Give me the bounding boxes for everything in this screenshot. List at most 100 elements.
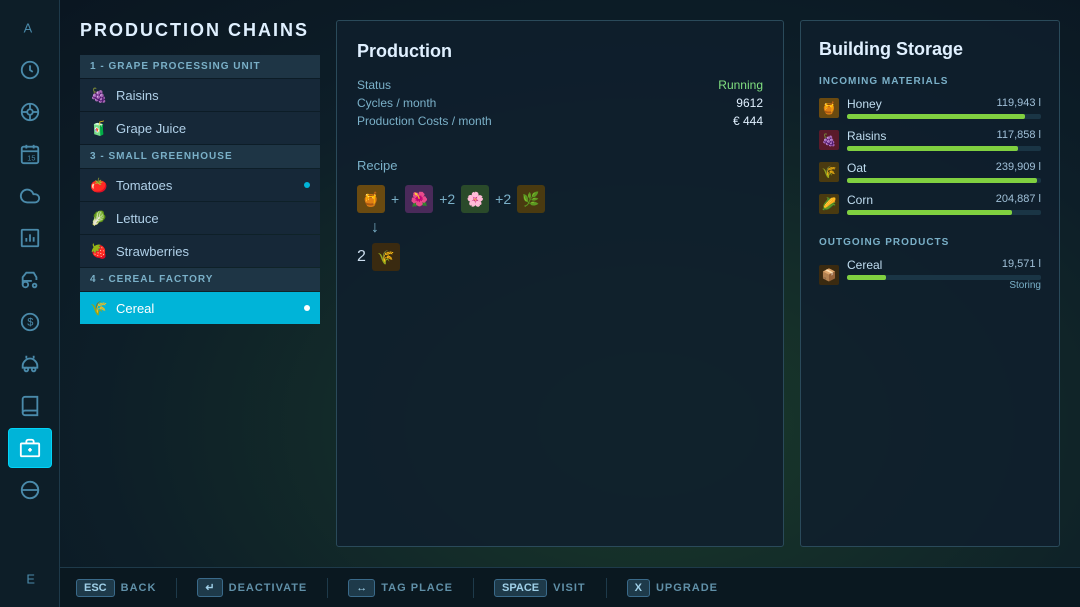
honey-storage-header: Honey 119,943 l bbox=[847, 97, 1041, 111]
sidebar-item-alpha[interactable]: A bbox=[8, 8, 52, 48]
chain-item-tomatoes[interactable]: 🍅 Tomatoes bbox=[80, 169, 320, 201]
cereal-dot bbox=[304, 305, 310, 311]
deactivate-key[interactable]: ↵ bbox=[197, 578, 222, 597]
sidebar-item-steering[interactable] bbox=[8, 92, 52, 132]
honey-bar-fill bbox=[847, 114, 1025, 119]
raisins-bar-bg bbox=[847, 146, 1041, 151]
raisins-icon: 🍇 bbox=[90, 86, 108, 104]
status-value: Running bbox=[718, 78, 763, 92]
production-title: Production bbox=[357, 41, 763, 62]
tomatoes-icon: 🍅 bbox=[90, 176, 108, 194]
oat-bar-bg bbox=[847, 178, 1041, 183]
recipe-title: Recipe bbox=[357, 158, 763, 173]
visit-key[interactable]: SPACE bbox=[494, 579, 547, 597]
svg-text:15: 15 bbox=[27, 153, 35, 162]
esc-label: BACK bbox=[121, 582, 157, 594]
tomatoes-label: Tomatoes bbox=[116, 178, 172, 193]
recipe-output: 2 🌾 bbox=[357, 243, 763, 271]
corn-storage-icon: 🌽 bbox=[819, 194, 839, 214]
cereal-out-value: 19,571 l bbox=[1002, 258, 1041, 272]
chain-item-strawberries[interactable]: 🍓 Strawberries bbox=[80, 235, 320, 267]
storage-item-raisins: 🍇 Raisins 117,858 l bbox=[819, 129, 1041, 151]
divider-2 bbox=[327, 578, 328, 598]
sidebar-item-money[interactable]: $ bbox=[8, 302, 52, 342]
upgrade-key[interactable]: X bbox=[627, 579, 650, 597]
storage-title: Building Storage bbox=[819, 39, 1041, 60]
tagplace-key[interactable]: ↔ bbox=[348, 579, 375, 597]
outgoing-section: OUTGOING PRODUCTS 📦 Cereal 19,571 l Stor… bbox=[819, 237, 1041, 301]
status-row-costs: Production Costs / month € 444 bbox=[357, 114, 763, 128]
chain-item-cereal[interactable]: 🌾 Cereal bbox=[80, 292, 320, 324]
sidebar-item-production[interactable] bbox=[8, 428, 52, 468]
raisins-storage-value: 117,858 l bbox=[997, 129, 1041, 143]
chain-item-lettuce[interactable]: 🥬 Lettuce bbox=[80, 202, 320, 234]
corn-value: 204,887 l bbox=[996, 193, 1041, 207]
status-row-cycles: Cycles / month 9612 bbox=[357, 96, 763, 110]
cereal-icon: 🌾 bbox=[90, 299, 108, 317]
raisins-bar-fill bbox=[847, 146, 1018, 151]
deactivate-label: DEACTIVATE bbox=[229, 582, 308, 594]
corn-bar-bg bbox=[847, 210, 1041, 215]
chain-item-raisins[interactable]: 🍇 Raisins bbox=[80, 79, 320, 111]
sidebar-item-clock[interactable] bbox=[8, 50, 52, 90]
production-chains-panel: PRODUCTION CHAINS 1 - GRAPE PROCESSING U… bbox=[80, 20, 320, 547]
sidebar-item-tractor[interactable] bbox=[8, 260, 52, 300]
bottom-bar: ESC BACK ↵ DEACTIVATE ↔ TAG PLACE SPACE … bbox=[60, 567, 1080, 607]
divider-4 bbox=[606, 578, 607, 598]
cereal-label: Cereal bbox=[116, 301, 154, 316]
raisins-storage-header: Raisins 117,858 l bbox=[847, 129, 1041, 143]
corn-storage-header: Corn 204,887 l bbox=[847, 193, 1041, 207]
honey-name: Honey bbox=[847, 97, 882, 111]
oat-storage-icon: 🌾 bbox=[819, 162, 839, 182]
honey-icon: 🍯 bbox=[357, 185, 385, 213]
tomatoes-dot bbox=[304, 182, 310, 188]
incoming-title: INCOMING MATERIALS bbox=[819, 76, 1041, 87]
divider-1 bbox=[176, 578, 177, 598]
strawberries-label: Strawberries bbox=[116, 244, 189, 259]
plus-1: + bbox=[391, 191, 399, 207]
esc-key[interactable]: ESC bbox=[76, 579, 115, 597]
raisins-storage-name: Raisins bbox=[847, 129, 886, 143]
oat-name: Oat bbox=[847, 161, 866, 175]
sidebar-item-chart[interactable] bbox=[8, 218, 52, 258]
sidebar-item-livestock[interactable] bbox=[8, 344, 52, 384]
cycles-value: 9612 bbox=[736, 96, 763, 110]
cereal-out-header: Cereal 19,571 l bbox=[847, 258, 1041, 272]
status-row-status: Status Running bbox=[357, 78, 763, 92]
recipe-row: 🍯 + 🌺 +2 🌸 +2 🌿 bbox=[357, 185, 763, 213]
status-table: Status Running Cycles / month 9612 Produ… bbox=[357, 78, 763, 128]
outgoing-title: OUTGOING PRODUCTS bbox=[819, 237, 1041, 248]
cereal-out-name: Cereal bbox=[847, 258, 882, 272]
cereal-out-icon: 📦 bbox=[819, 265, 839, 285]
main-content: PRODUCTION CHAINS 1 - GRAPE PROCESSING U… bbox=[60, 0, 1080, 567]
status-label: Status bbox=[357, 78, 391, 92]
honey-storage-icon: 🍯 bbox=[819, 98, 839, 118]
raisins-storage-icon: 🍇 bbox=[819, 130, 839, 150]
sidebar-item-book[interactable] bbox=[8, 386, 52, 426]
recipe-output-icon: 🌾 bbox=[372, 243, 400, 271]
chain-category-1: 1 - GRAPE PROCESSING UNIT bbox=[80, 55, 320, 78]
sidebar-item-weather[interactable] bbox=[8, 176, 52, 216]
tagplace-label: TAG PLACE bbox=[381, 582, 453, 594]
plus-3: +2 bbox=[495, 191, 511, 207]
chains-list: 1 - GRAPE PROCESSING UNIT 🍇 Raisins 🧃 Gr… bbox=[80, 55, 320, 324]
cycles-label: Cycles / month bbox=[357, 96, 436, 110]
chain-category-4: 4 - CEREAL FACTORY bbox=[80, 268, 320, 291]
raisins-storage-content: Raisins 117,858 l bbox=[847, 129, 1041, 151]
recipe-output-qty: 2 bbox=[357, 248, 366, 266]
ingredient2-icon: 🌺 bbox=[405, 185, 433, 213]
recipe-section: Recipe 🍯 + 🌺 +2 🌸 +2 🌿 ↓ 2 🌾 bbox=[357, 158, 763, 271]
sidebar-item-map[interactable] bbox=[8, 470, 52, 510]
oat-value: 239,909 l bbox=[996, 161, 1041, 175]
sidebar-item-bottom[interactable]: E bbox=[8, 559, 52, 599]
sidebar-item-calendar[interactable]: 15 bbox=[8, 134, 52, 174]
storage-item-corn: 🌽 Corn 204,887 l bbox=[819, 193, 1041, 215]
oat-storage-content: Oat 239,909 l bbox=[847, 161, 1041, 183]
svg-text:$: $ bbox=[27, 317, 33, 329]
production-panel: Production Status Running Cycles / month… bbox=[336, 20, 784, 547]
grape-juice-label: Grape Juice bbox=[116, 121, 186, 136]
chain-item-grape-juice[interactable]: 🧃 Grape Juice bbox=[80, 112, 320, 144]
cereal-out-status: Storing bbox=[847, 280, 1041, 291]
cmd-tagplace: ↔ TAG PLACE bbox=[348, 579, 453, 597]
visit-label: VISIT bbox=[553, 582, 586, 594]
